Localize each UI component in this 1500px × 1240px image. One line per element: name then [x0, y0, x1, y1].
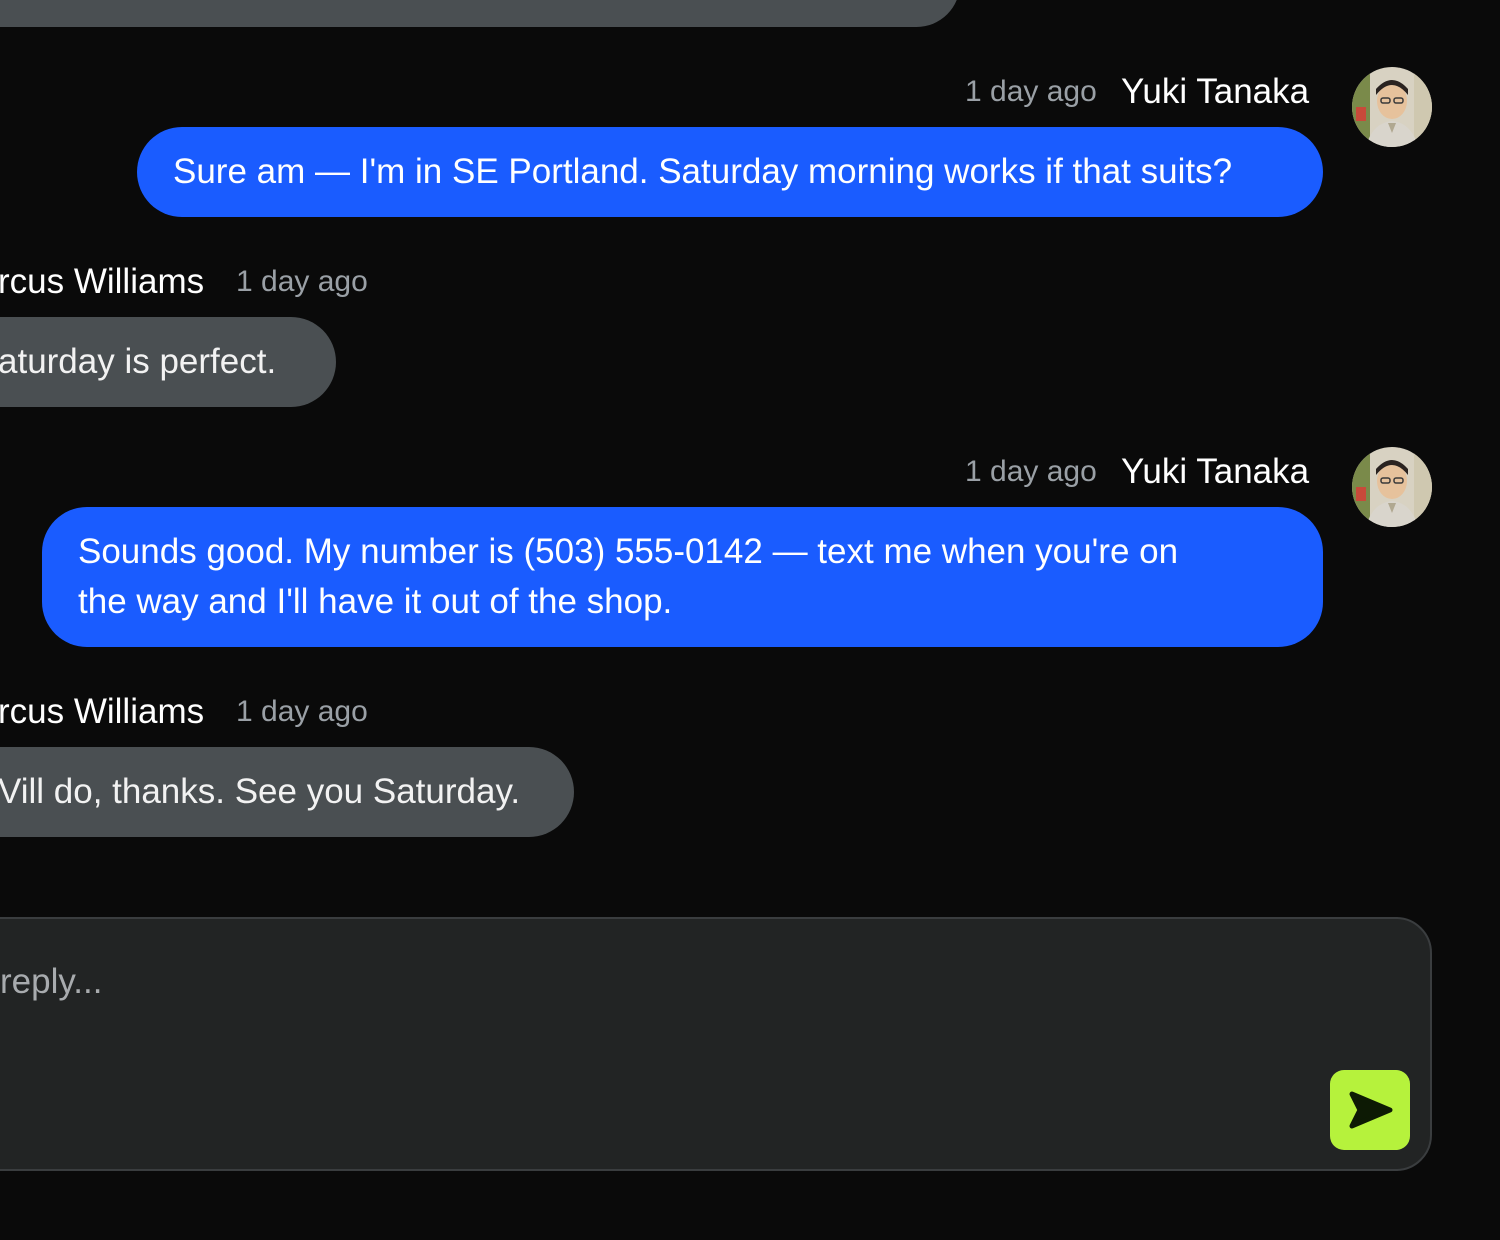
message-bubble-previous — [0, 0, 960, 27]
reply-input[interactable]: reply... — [0, 962, 102, 1002]
message-bubble-other: Vill do, thanks. See you Saturday. — [0, 747, 574, 837]
message-text-line: Sounds good. My number is (503) 555-0142… — [78, 532, 1179, 571]
sender-name: rcus Williams — [0, 262, 205, 301]
send-button[interactable] — [1330, 1070, 1410, 1150]
message-time: 1 day ago — [965, 455, 1097, 488]
message-text-line: the way and I'll have it out of the shop… — [78, 582, 673, 621]
message-text: aturday is perfect. — [0, 342, 277, 381]
chat-thread: 1 day ago Yuki Tanaka Sure am — I'm in S… — [0, 0, 1500, 1240]
message-text: Sure am — I'm in SE Portland. Saturday m… — [173, 152, 1233, 191]
message-bubble-mine: Sure am — I'm in SE Portland. Saturday m… — [137, 127, 1323, 217]
send-arrow-icon — [1349, 1091, 1393, 1129]
message-bubble-other: aturday is perfect. — [0, 317, 336, 407]
yuki-avatar[interactable] — [1352, 447, 1432, 527]
message-time: 1 day ago — [965, 75, 1097, 108]
sender-name: Yuki Tanaka — [1121, 452, 1310, 491]
sender-name: rcus Williams — [0, 692, 205, 731]
message-time: 1 day ago — [236, 265, 368, 298]
message-time: 1 day ago — [236, 695, 368, 728]
message-text: Vill do, thanks. See you Saturday. — [0, 772, 521, 811]
message-bubble-mine: Sounds good. My number is (503) 555-0142… — [42, 507, 1323, 647]
yuki-avatar[interactable] — [1352, 67, 1432, 147]
reply-composer[interactable] — [0, 917, 1432, 1171]
sender-name: Yuki Tanaka — [1121, 72, 1310, 111]
